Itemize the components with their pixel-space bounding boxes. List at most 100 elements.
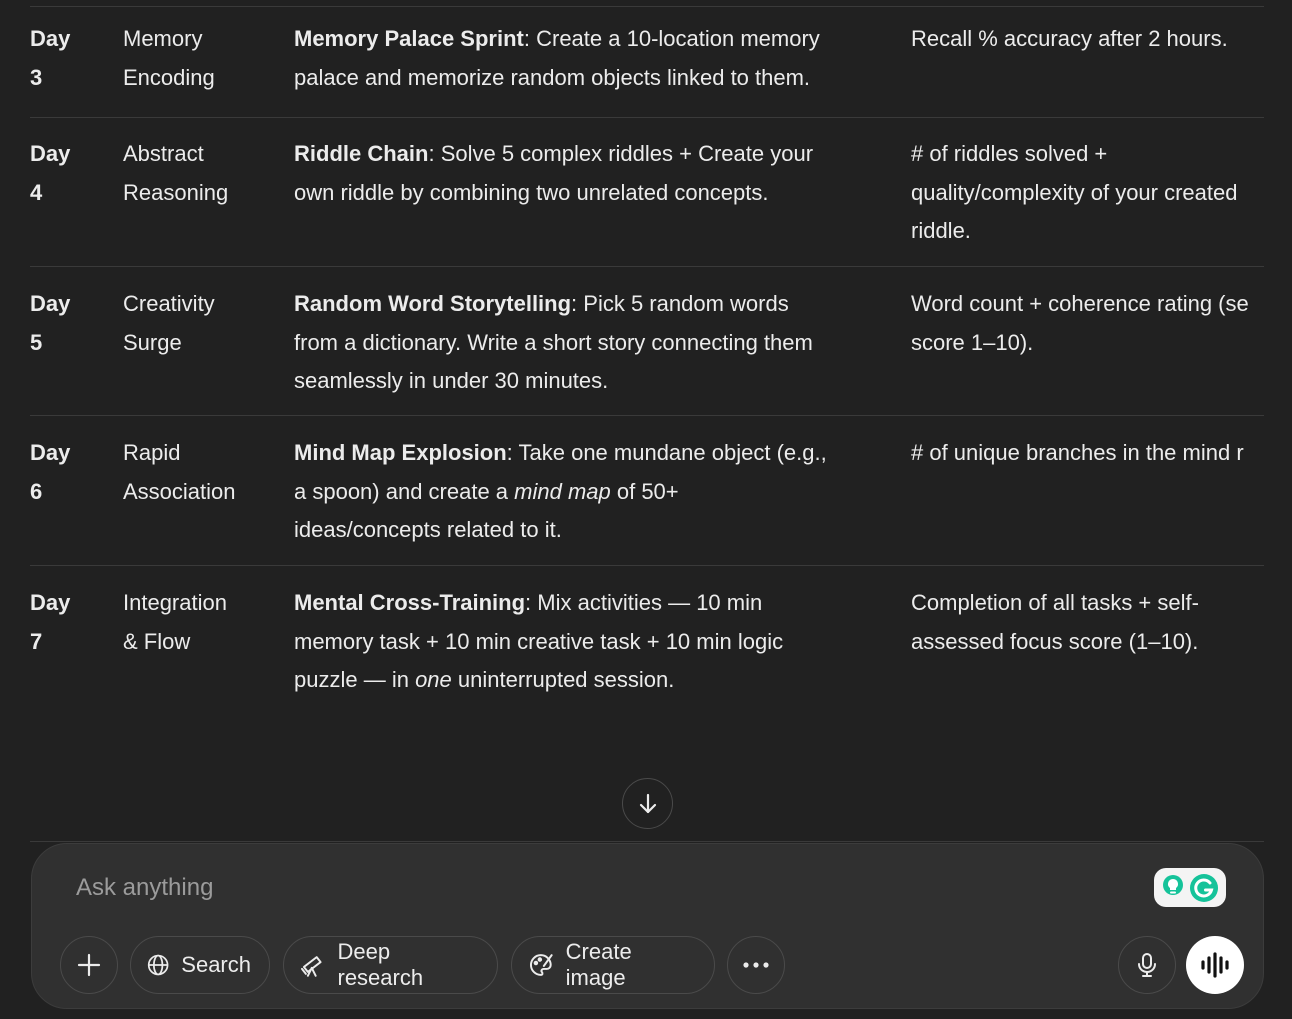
metric-cell: # of riddles solved + quality/complexity… <box>911 135 1264 251</box>
challenge-line: memory task + 10 min creative task + 10 … <box>294 628 784 654</box>
composer: Search Deep research Create image <box>31 843 1264 1009</box>
challenge-line: seamlessly in under 30 minutes. <box>294 368 609 393</box>
deep-research-button-label: Deep research <box>337 939 424 990</box>
challenge-line: a spoon) and create a mind map of 50+ <box>294 473 874 512</box>
challenge-text: Mix activities — 10 min <box>537 590 763 615</box>
focus-line: Memory <box>123 26 203 51</box>
metric-line: Word count + coherence rating (se <box>911 291 1249 316</box>
challenge-text: Solve 5 complex riddles + Create your <box>440 141 814 166</box>
search-button[interactable]: Search <box>130 936 270 994</box>
challenge-cell: Memory Palace Sprint: Create a 10-locati… <box>294 20 874 97</box>
more-tools-button[interactable] <box>727 936 785 994</box>
day-label: Day <box>30 590 71 615</box>
day-number: 5 <box>30 329 43 355</box>
challenge-cell: Random Word Storytelling: Pick 5 random … <box>294 285 874 401</box>
metric-line: # of unique branches in the mind r <box>911 440 1244 465</box>
focus-line: Creativity <box>123 291 215 316</box>
challenge-cell: Riddle Chain: Solve 5 complex riddles + … <box>294 135 874 212</box>
challenge-line: Mind Map Explosion: Take one mundane obj… <box>294 440 827 465</box>
focus-line: Encoding <box>123 64 215 90</box>
table-row: Day 6 Rapid Association Mind Map Explosi… <box>30 416 1264 566</box>
metric-line: # of riddles solved + <box>911 141 1108 166</box>
day-label: Day <box>30 440 71 465</box>
challenge-text: uninterrupted session. <box>451 667 675 692</box>
challenge-line: Memory Palace Sprint: Create a 10-locati… <box>294 26 820 51</box>
day-cell: Day 3 <box>30 20 110 97</box>
voice-wave-icon <box>1201 952 1229 978</box>
metric-line: score 1–10). <box>911 329 1034 355</box>
challenge-line: Random Word Storytelling: Pick 5 random … <box>294 291 789 316</box>
challenge-line: Riddle Chain: Solve 5 complex riddles + … <box>294 141 814 166</box>
dictate-button[interactable] <box>1118 936 1176 994</box>
globe-icon <box>147 954 169 976</box>
challenge-line: Mental Cross-Training: Mix activities — … <box>294 590 763 615</box>
challenge-text: Take one mundane object (e.g., <box>518 440 827 465</box>
ellipsis-icon <box>743 962 769 968</box>
challenge-text: Create a 10-location memory <box>536 26 820 51</box>
focus-cell: Abstract Reasoning <box>123 135 273 212</box>
metric-cell: Recall % accuracy after 2 hours. <box>911 20 1264 59</box>
focus-cell: Memory Encoding <box>123 20 273 97</box>
grammarly-icon <box>1190 873 1218 902</box>
add-attachment-button[interactable] <box>60 936 118 994</box>
challenge-emphasis: one <box>415 667 452 692</box>
challenge-title: Riddle Chain <box>294 141 429 166</box>
table-row: Day 4 Abstract Reasoning Riddle Chain: S… <box>30 118 1264 267</box>
day-label: Day <box>30 141 71 166</box>
table-row: Day 5 Creativity Surge Random Word Story… <box>30 267 1264 416</box>
challenge-emphasis: mind map <box>514 478 611 504</box>
metric-cell: Completion of all tasks + self- assessed… <box>911 584 1264 661</box>
lightbulb-icon <box>1163 874 1183 895</box>
focus-line: Association <box>123 478 236 504</box>
composer-divider <box>30 841 1264 842</box>
day-cell: Day 7 <box>30 584 110 661</box>
focus-line: Integration <box>123 590 227 615</box>
plan-table: Day 3 Memory Encoding Memory Palace Spri… <box>30 0 1264 735</box>
metric-line: Completion of all tasks + self- <box>911 590 1199 615</box>
arrow-down-icon <box>639 793 656 813</box>
focus-line: Reasoning <box>123 179 229 205</box>
metric-cell: Word count + coherence rating (se score … <box>911 285 1264 362</box>
plus-icon <box>77 953 101 977</box>
day-label: Day <box>30 26 71 51</box>
focus-cell: Integration & Flow <box>123 584 273 661</box>
search-button-label: Search <box>181 952 251 977</box>
palette-icon <box>529 954 553 976</box>
focus-line: Rapid <box>123 440 181 465</box>
challenge-text: a spoon) and create a <box>294 478 515 504</box>
day-number: 6 <box>30 478 43 504</box>
telescope-icon <box>300 956 322 977</box>
scroll-to-bottom-button[interactable] <box>622 778 673 829</box>
voice-mode-button[interactable] <box>1186 936 1244 994</box>
challenge-title: Mental Cross-Training <box>294 590 526 615</box>
focus-line: & Flow <box>123 628 191 654</box>
challenge-line: palace and memorize random objects linke… <box>294 64 811 90</box>
table-row: Day 7 Integration & Flow Mental Cross-Tr… <box>30 566 1264 735</box>
metric-line: Recall % accuracy after 2 hours. <box>911 26 1228 51</box>
metric-cell: # of unique branches in the mind r <box>911 434 1264 473</box>
metric-line: assessed focus score (1–10). <box>911 628 1199 654</box>
challenge-title: Random Word Storytelling <box>294 291 572 316</box>
microphone-icon <box>1138 953 1156 977</box>
day-label: Day <box>30 291 71 316</box>
day-number: 7 <box>30 628 43 654</box>
day-number: 3 <box>30 64 43 90</box>
focus-cell: Rapid Association <box>123 434 273 511</box>
prompt-input[interactable] <box>76 868 1126 908</box>
challenge-line: ideas/concepts related to it. <box>294 517 562 542</box>
metric-line: riddle. <box>911 218 971 243</box>
challenge-cell: Mind Map Explosion: Take one mundane obj… <box>294 434 874 550</box>
create-image-button[interactable]: Create image <box>511 936 715 994</box>
deep-research-button[interactable]: Deep research <box>283 936 498 994</box>
challenge-title: Memory Palace Sprint <box>294 26 524 51</box>
challenge-line: puzzle — in one uninterrupted session. <box>294 661 874 700</box>
day-cell: Day 5 <box>30 285 110 362</box>
challenge-text: puzzle — in <box>294 667 416 692</box>
challenge-cell: Mental Cross-Training: Mix activities — … <box>294 584 874 700</box>
grammarly-widget[interactable] <box>1154 868 1226 907</box>
day-number: 4 <box>30 179 43 205</box>
focus-line: Surge <box>123 329 182 355</box>
day-cell: Day 4 <box>30 135 110 212</box>
table-row: Day 3 Memory Encoding Memory Palace Spri… <box>30 7 1264 118</box>
focus-cell: Creativity Surge <box>123 285 273 362</box>
